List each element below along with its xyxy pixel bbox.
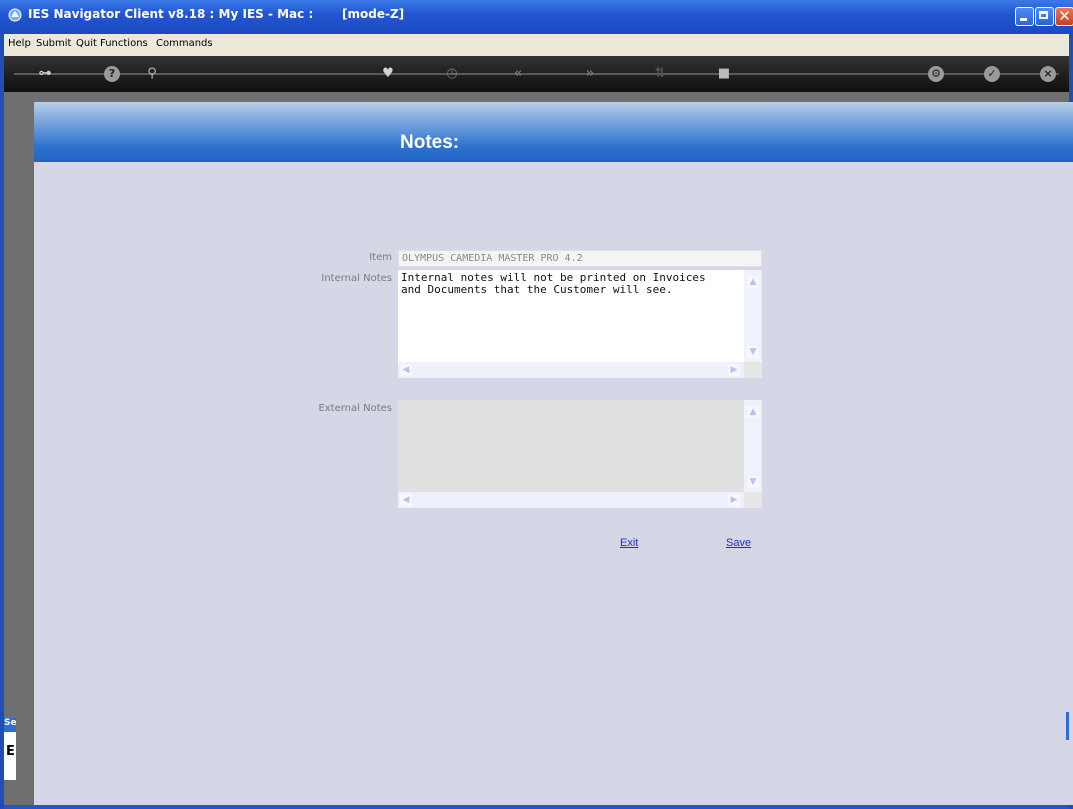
internal-notes-input[interactable] [398, 270, 744, 362]
internal-notes-box: ▲ ▼ ◀ ▶ [398, 270, 762, 378]
window-title: IES Navigator Client v8.18 : My IES - Ma… [28, 7, 314, 21]
clock-icon[interactable]: ◷ [444, 66, 460, 82]
help-icon[interactable]: ? [104, 66, 120, 82]
scroll-down-icon[interactable]: ▼ [747, 476, 759, 488]
close-icon: ✕ [1058, 7, 1071, 25]
menu-commands[interactable]: Commands [156, 38, 213, 49]
heart-icon[interactable]: ♥ [380, 66, 396, 82]
exit-link[interactable]: Exit [620, 537, 638, 549]
close-window-button[interactable]: ✕ [1055, 7, 1073, 26]
toolbar: ⊶ ? ⚲ ♥ ◷ « » ⇅ ■ ⚙ ✓ × [4, 56, 1069, 92]
fast-forward-icon[interactable]: » [582, 66, 598, 82]
window-title-bar[interactable]: IES Navigator Client v8.18 : My IES - Ma… [0, 0, 1073, 34]
toolbar-rail [14, 73, 1059, 75]
menu-submit[interactable]: Submit [36, 38, 71, 49]
external-notes-input[interactable] [398, 400, 744, 492]
check-icon[interactable]: ✓ [984, 66, 1000, 82]
minimize-button[interactable] [1015, 7, 1034, 26]
scroll-right-icon[interactable]: ▶ [728, 494, 740, 506]
side-panel-glyph: E [6, 744, 15, 759]
scroll-left-icon[interactable]: ◀ [400, 494, 412, 506]
menu-functions[interactable]: Functions [100, 38, 148, 49]
menu-help[interactable]: Help [8, 38, 31, 49]
scroll-up-icon[interactable]: ▲ [747, 276, 759, 288]
header-band: Notes: [34, 102, 1073, 162]
main-frame: Se E Notes: Item OLYMPUS CAMEDIA MASTER … [4, 92, 1073, 805]
key-icon[interactable]: ⊶ [30, 66, 60, 82]
scroll-left-icon[interactable]: ◀ [400, 364, 412, 376]
notes-content: Notes: Item OLYMPUS CAMEDIA MASTER PRO 4… [34, 102, 1073, 805]
external-notes-hscroll[interactable]: ◀ ▶ [398, 492, 744, 508]
external-notes-vscroll[interactable]: ▲ ▼ [744, 400, 762, 492]
scroll-up-icon[interactable]: ▲ [747, 406, 759, 418]
item-label: Item [369, 252, 392, 263]
close-icon[interactable]: × [1040, 66, 1056, 82]
right-edge-accent [1066, 712, 1069, 740]
scroll-down-icon[interactable]: ▼ [747, 346, 759, 358]
settings-icon[interactable]: ⚙ [928, 66, 944, 82]
item-field: OLYMPUS CAMEDIA MASTER PRO 4.2 [398, 250, 762, 267]
side-panel-tab[interactable]: Se [4, 718, 16, 732]
save-link[interactable]: Save [726, 537, 751, 549]
external-notes-label: External Notes [318, 403, 392, 414]
internal-notes-hscroll[interactable]: ◀ ▶ [398, 362, 744, 378]
stop-icon[interactable]: ■ [716, 66, 732, 82]
external-notes-box: ▲ ▼ ◀ ▶ [398, 400, 762, 508]
internal-notes-vscroll[interactable]: ▲ ▼ [744, 270, 762, 362]
menu-quit[interactable]: Quit [76, 38, 97, 49]
scroll-corner [744, 492, 762, 508]
sort-icon[interactable]: ⇅ [652, 66, 668, 82]
search-icon[interactable]: ⚲ [144, 66, 160, 82]
menu-bar: Help Submit Quit Functions Commands [4, 34, 1069, 56]
scroll-corner [744, 362, 762, 378]
app-icon [8, 8, 22, 22]
internal-notes-label: Internal Notes [321, 273, 392, 284]
rewind-icon[interactable]: « [510, 66, 526, 82]
window-mode: [mode-Z] [342, 7, 405, 21]
window-bottom-border [4, 805, 1069, 809]
page-title: Notes: [400, 132, 460, 153]
scroll-right-icon[interactable]: ▶ [728, 364, 740, 376]
maximize-button[interactable] [1035, 7, 1054, 26]
